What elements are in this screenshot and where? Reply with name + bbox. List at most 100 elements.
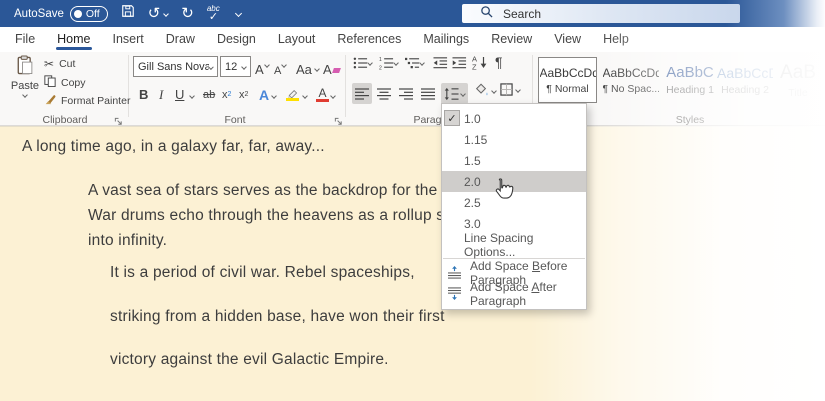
- paste-label: Paste: [10, 80, 40, 92]
- font-group-label: Font: [224, 114, 246, 126]
- paste-button[interactable]: Paste: [7, 55, 43, 111]
- numbering-dropdown-icon: [393, 60, 399, 66]
- group-separator: [345, 55, 346, 117]
- ribbon-tabs: File Home Insert Draw Design Layout Refe…: [0, 27, 825, 52]
- menu-item-1-5[interactable]: 1.5: [442, 150, 586, 171]
- bullets-button[interactable]: [353, 56, 373, 70]
- subscript-button[interactable]: x2: [222, 84, 231, 105]
- bullets-dropdown-icon: [367, 60, 373, 66]
- paste-dropdown-icon[interactable]: [22, 92, 28, 98]
- borders-button[interactable]: [500, 83, 521, 96]
- clipboard-group-label: Clipboard: [42, 114, 88, 126]
- underline-dropdown-icon[interactable]: [189, 93, 195, 99]
- line-spacing-dropdown-icon: [460, 90, 466, 97]
- spellcheck-icon[interactable]: abc ✓: [207, 4, 223, 23]
- line-spacing-menu: ✓ 1.0 1.15 1.5 2.0 2.5 3.0 Line Spacing …: [441, 103, 587, 310]
- autosave-label: AutoSave: [14, 7, 64, 20]
- tab-draw[interactable]: Draw: [155, 27, 206, 52]
- font-name-select[interactable]: Gill Sans Nova Li: [133, 56, 218, 77]
- menu-item-line-spacing-options[interactable]: Line Spacing Options...: [442, 231, 586, 259]
- cut-button[interactable]: ✂ Cut: [44, 57, 75, 71]
- highlighter-icon: [286, 88, 299, 101]
- font-name-dropdown-icon: [208, 63, 214, 70]
- multilevel-dropdown-icon: [419, 60, 425, 66]
- format-painter-button[interactable]: Format Painter: [44, 93, 130, 108]
- style-heading-1[interactable]: AaBbC Heading 1: [664, 57, 716, 103]
- justify-button[interactable]: [418, 83, 438, 104]
- tab-file[interactable]: File: [4, 27, 46, 52]
- bold-button[interactable]: B: [139, 84, 148, 105]
- menu-item-2-5[interactable]: 2.5: [442, 192, 586, 213]
- scissors-icon: ✂: [44, 57, 55, 71]
- strikethrough-button[interactable]: ab: [203, 84, 215, 105]
- clear-formatting-button[interactable]: A: [323, 56, 341, 77]
- style-no-spacing[interactable]: AaBbCcDd ¶ No Spac...: [601, 57, 660, 103]
- svg-text:Z: Z: [472, 63, 477, 71]
- doc-paragraph-1: A long time ago, in a galaxy far, far, a…: [22, 138, 325, 155]
- grow-font-button[interactable]: A: [255, 56, 270, 77]
- decrease-indent-button[interactable]: [433, 56, 448, 70]
- font-size-dropdown-icon: [241, 63, 247, 70]
- change-case-button[interactable]: Aa: [296, 56, 320, 77]
- font-size-select[interactable]: 12: [220, 56, 251, 77]
- superscript-button[interactable]: x2: [239, 84, 248, 105]
- tab-help[interactable]: Help: [592, 27, 640, 52]
- multilevel-list-button[interactable]: [405, 56, 425, 70]
- checkmark-icon: ✓: [444, 110, 460, 126]
- tab-references[interactable]: References: [326, 27, 412, 52]
- italic-button[interactable]: I: [159, 84, 163, 105]
- menu-item-1-0[interactable]: ✓ 1.0: [442, 108, 586, 129]
- tab-insert[interactable]: Insert: [102, 27, 155, 52]
- word-window: AutoSave Off ↺ ↻ abc ✓ Search File Home …: [0, 0, 825, 401]
- menu-item-2-0[interactable]: 2.0: [442, 171, 586, 192]
- add-space-after-icon: [447, 287, 462, 303]
- tab-review[interactable]: Review: [480, 27, 543, 52]
- align-left-button[interactable]: [352, 83, 372, 104]
- autosave-toggle[interactable]: Off: [69, 5, 108, 22]
- title-bar: AutoSave Off ↺ ↻ abc ✓: [0, 0, 825, 27]
- shrink-font-button[interactable]: A: [274, 56, 288, 77]
- align-center-button[interactable]: [374, 83, 394, 104]
- svg-text:1: 1: [379, 57, 382, 63]
- search-box[interactable]: [462, 4, 740, 23]
- menu-item-add-space-after[interactable]: Add Space After Paragraph: [442, 280, 586, 308]
- style-title[interactable]: AaB Title: [772, 57, 824, 103]
- format-painter-icon: [44, 93, 56, 108]
- align-right-button[interactable]: [396, 83, 416, 104]
- font-color-dropdown-icon[interactable]: [330, 93, 336, 99]
- doc-paragraph-2-line-3: into infinity.: [88, 232, 168, 249]
- style-normal[interactable]: AaBbCcDd ¶ Normal: [538, 57, 597, 103]
- line-spacing-button[interactable]: [441, 83, 468, 104]
- highlight-dropdown-icon[interactable]: [302, 93, 308, 99]
- style-heading-2[interactable]: AaBbCcD Heading 2: [717, 57, 773, 103]
- text-effects-dropdown-icon[interactable]: [271, 93, 277, 99]
- save-icon[interactable]: [121, 4, 135, 23]
- shading-button[interactable]: [474, 83, 497, 98]
- sort-button[interactable]: AZ: [472, 55, 488, 70]
- text-effects-button[interactable]: A: [259, 84, 269, 105]
- menu-item-1-15[interactable]: 1.15: [442, 129, 586, 150]
- tab-design[interactable]: Design: [206, 27, 267, 52]
- copy-button[interactable]: Copy: [44, 75, 86, 90]
- undo-icon: ↺: [147, 5, 161, 22]
- copy-icon: [44, 75, 56, 90]
- tab-mailings[interactable]: Mailings: [412, 27, 480, 52]
- undo-button[interactable]: ↺: [147, 5, 170, 22]
- paint-bucket-icon: [475, 83, 488, 96]
- search-input[interactable]: [503, 6, 703, 21]
- eraser-icon: [331, 68, 341, 73]
- tab-view[interactable]: View: [543, 27, 592, 52]
- tab-home[interactable]: Home: [46, 27, 101, 52]
- doc-paragraph-3-line-3: victory against the evil Galactic Empire…: [110, 351, 389, 368]
- document-canvas[interactable]: A long time ago, in a galaxy far, far, a…: [0, 126, 825, 401]
- show-paragraph-marks-button[interactable]: ¶: [495, 54, 503, 70]
- underline-button[interactable]: U: [175, 84, 184, 105]
- numbering-button[interactable]: 12: [379, 56, 399, 70]
- customize-qat-icon[interactable]: [234, 9, 242, 18]
- redo-icon[interactable]: ↻: [181, 6, 194, 21]
- font-color-button[interactable]: A: [316, 84, 329, 105]
- undo-dropdown-icon[interactable]: [163, 10, 170, 17]
- highlight-button[interactable]: [286, 84, 299, 105]
- increase-indent-button[interactable]: [452, 56, 467, 70]
- tab-layout[interactable]: Layout: [267, 27, 327, 52]
